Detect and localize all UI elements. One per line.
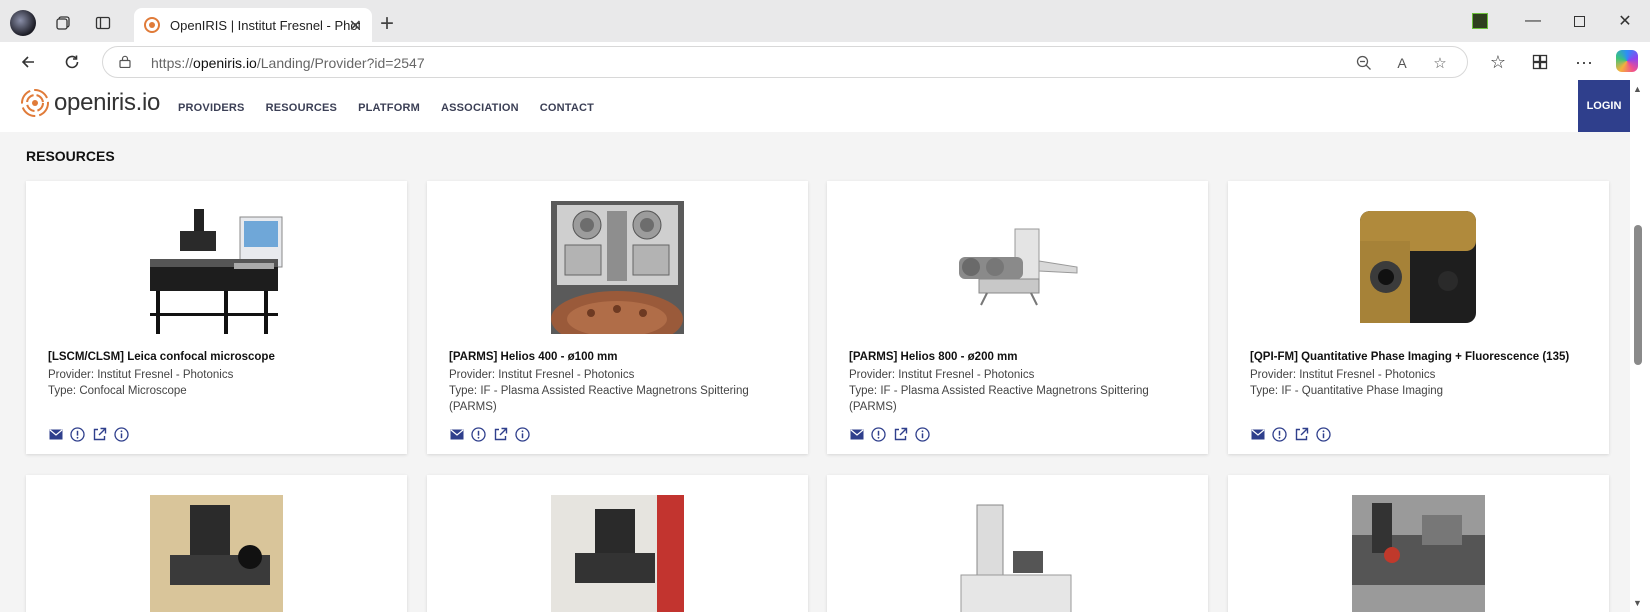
resource-image: [951, 201, 1084, 334]
resource-image: [1352, 495, 1485, 612]
resource-type: Type: IF - Plasma Assisted Reactive Magn…: [849, 385, 1149, 397]
info-icon[interactable]: [915, 427, 930, 442]
mail-icon[interactable]: [1250, 427, 1265, 442]
url-host: openiris.io: [193, 55, 257, 71]
resource-type: Type: Confocal Microscope: [48, 385, 187, 397]
resource-title[interactable]: [PARMS] Helios 800 - ø200 mm: [849, 351, 1018, 363]
resource-image: [150, 201, 283, 334]
resource-card[interactable]: [PARMS] Helios 800 - ø200 mm Provider: I…: [827, 181, 1208, 454]
resource-card[interactable]: [827, 475, 1208, 612]
mail-icon[interactable]: [849, 427, 864, 442]
mail-icon[interactable]: [48, 427, 63, 442]
address-bar[interactable]: https://openiris.io/Landing/Provider?id=…: [102, 46, 1468, 78]
resource-card[interactable]: [1228, 475, 1609, 612]
alert-icon[interactable]: [871, 427, 886, 442]
alert-icon[interactable]: [1272, 427, 1287, 442]
site-header: openiris.io PROVIDERS RESOURCES PLATFORM…: [0, 80, 1630, 132]
alert-icon[interactable]: [471, 427, 486, 442]
nav-contact[interactable]: CONTACT: [540, 102, 594, 114]
resource-title[interactable]: [PARMS] Helios 400 - ø100 mm: [449, 351, 618, 363]
resource-actions: [1250, 427, 1331, 442]
resource-provider: Provider: Institut Fresnel - Photonics: [1250, 369, 1436, 381]
refresh-icon[interactable]: [60, 50, 84, 74]
active-tab[interactable]: OpenIRIS | Institut Fresnel - Photonics …: [134, 8, 372, 42]
favorite-star-icon[interactable]: ☆: [1429, 52, 1451, 74]
external-link-icon[interactable]: [1294, 427, 1309, 442]
minimize-icon[interactable]: —: [1510, 8, 1556, 34]
resource-title[interactable]: [LSCM/CLSM] Leica confocal microscope: [48, 351, 275, 363]
resource-image: [551, 495, 684, 612]
alert-icon[interactable]: [70, 427, 85, 442]
resource-card[interactable]: [427, 475, 808, 612]
info-icon[interactable]: [114, 427, 129, 442]
nav-association[interactable]: ASSOCIATION: [441, 102, 519, 114]
read-aloud-icon[interactable]: A: [1391, 52, 1413, 74]
scroll-down-icon[interactable]: ▼: [1633, 598, 1642, 608]
main-nav: PROVIDERS RESOURCES PLATFORM ASSOCIATION…: [178, 102, 615, 114]
resource-actions: [48, 427, 129, 442]
login-button[interactable]: LOGIN: [1578, 80, 1630, 132]
back-icon[interactable]: [16, 50, 40, 74]
resource-type: Type: IF - Plasma Assisted Reactive Magn…: [449, 385, 749, 397]
extension-icon[interactable]: [1472, 13, 1488, 29]
resource-image: [951, 495, 1084, 612]
resource-card[interactable]: [PARMS] Helios 400 - ø100 mm Provider: I…: [427, 181, 808, 454]
browser-toolbar: https://openiris.io/Landing/Provider?id=…: [0, 42, 1650, 80]
scrollbar-thumb[interactable]: [1634, 225, 1642, 365]
resource-type-continued: (PARMS): [449, 401, 497, 413]
resource-image: [1352, 201, 1485, 334]
url-path: /Landing/Provider?id=2547: [256, 55, 425, 71]
workspaces-icon[interactable]: [48, 8, 78, 38]
zoom-out-icon[interactable]: [1353, 52, 1375, 74]
openiris-favicon-icon: [144, 17, 160, 33]
scroll-up-icon[interactable]: ▲: [1633, 84, 1642, 94]
browser-tab-strip: OpenIRIS | Institut Fresnel - Photonics …: [0, 0, 1650, 42]
page-viewport: openiris.io PROVIDERS RESOURCES PLATFORM…: [0, 80, 1650, 612]
resource-type: Type: IF - Quantitative Phase Imaging: [1250, 385, 1444, 397]
lock-icon: [119, 55, 131, 68]
new-tab-icon[interactable]: +: [380, 10, 394, 38]
info-icon[interactable]: [515, 427, 530, 442]
external-link-icon[interactable]: [893, 427, 908, 442]
url-text[interactable]: https://openiris.io/Landing/Provider?id=…: [151, 55, 425, 71]
section-title: RESOURCES: [26, 148, 115, 164]
favorites-icon[interactable]: ☆: [1486, 50, 1510, 74]
resource-type-continued: (PARMS): [849, 401, 897, 413]
tab-title: OpenIRIS | Institut Fresnel - Photonics: [170, 17, 360, 33]
more-options-icon[interactable]: ···: [1572, 50, 1596, 74]
url-prefix: https://: [151, 55, 194, 71]
resource-provider: Provider: Institut Fresnel - Photonics: [849, 369, 1035, 381]
mail-icon[interactable]: [449, 427, 464, 442]
close-tab-icon[interactable]: ✕: [349, 16, 362, 36]
external-link-icon[interactable]: [493, 427, 508, 442]
resource-provider: Provider: Institut Fresnel - Photonics: [449, 369, 635, 381]
resource-provider: Provider: Institut Fresnel - Photonics: [48, 369, 234, 381]
nav-resources[interactable]: RESOURCES: [266, 102, 337, 114]
resource-actions: [449, 427, 530, 442]
openiris-logo-icon: [21, 89, 49, 117]
resource-title[interactable]: [QPI-FM] Quantitative Phase Imaging + Fl…: [1250, 351, 1569, 363]
site-logo[interactable]: openiris.io: [20, 88, 160, 118]
collections-icon[interactable]: [1528, 50, 1552, 74]
resource-card[interactable]: [26, 475, 407, 612]
vertical-tabs-icon[interactable]: [88, 8, 118, 38]
maximize-icon[interactable]: [1556, 8, 1602, 34]
resource-image: [150, 495, 283, 612]
nav-platform[interactable]: PLATFORM: [358, 102, 420, 114]
resource-card[interactable]: [LSCM/CLSM] Leica confocal microscope Pr…: [26, 181, 407, 454]
resource-actions: [849, 427, 930, 442]
logo-text: openiris.io: [54, 89, 161, 116]
profile-avatar[interactable]: [10, 10, 36, 36]
resource-image: [551, 201, 684, 334]
copilot-icon[interactable]: [1616, 50, 1638, 72]
info-icon[interactable]: [1316, 427, 1331, 442]
nav-providers[interactable]: PROVIDERS: [178, 102, 245, 114]
close-window-icon[interactable]: ✕: [1602, 8, 1648, 34]
external-link-icon[interactable]: [92, 427, 107, 442]
resource-card[interactable]: [QPI-FM] Quantitative Phase Imaging + Fl…: [1228, 181, 1609, 454]
